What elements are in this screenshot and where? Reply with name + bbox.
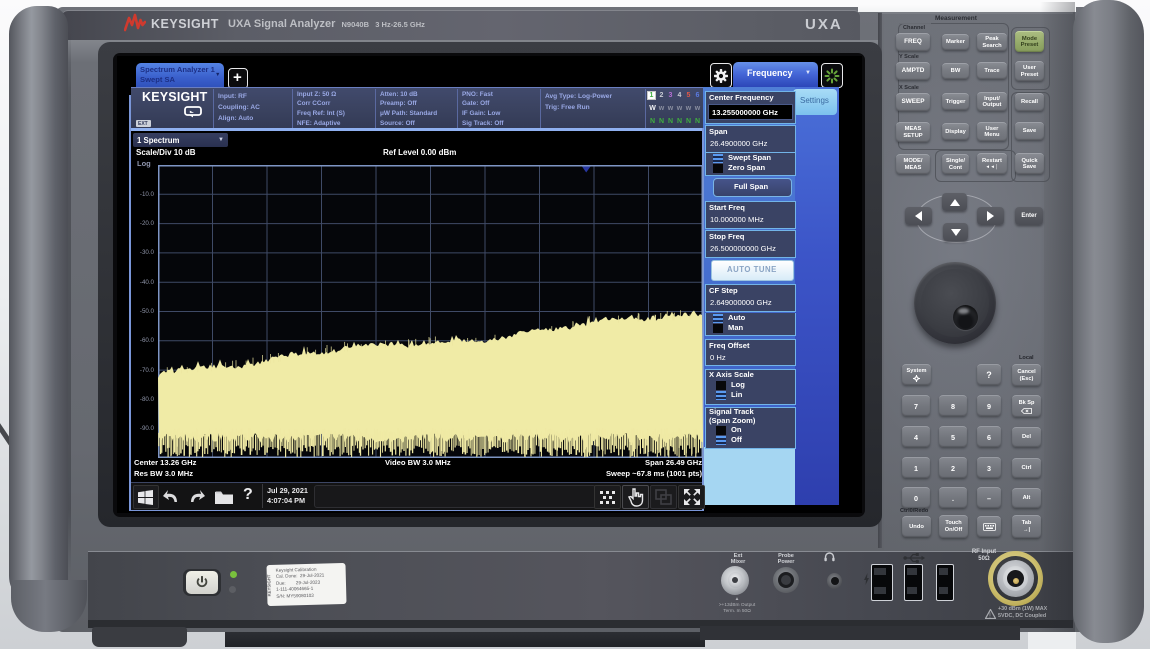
- svg-text:!: !: [989, 613, 991, 620]
